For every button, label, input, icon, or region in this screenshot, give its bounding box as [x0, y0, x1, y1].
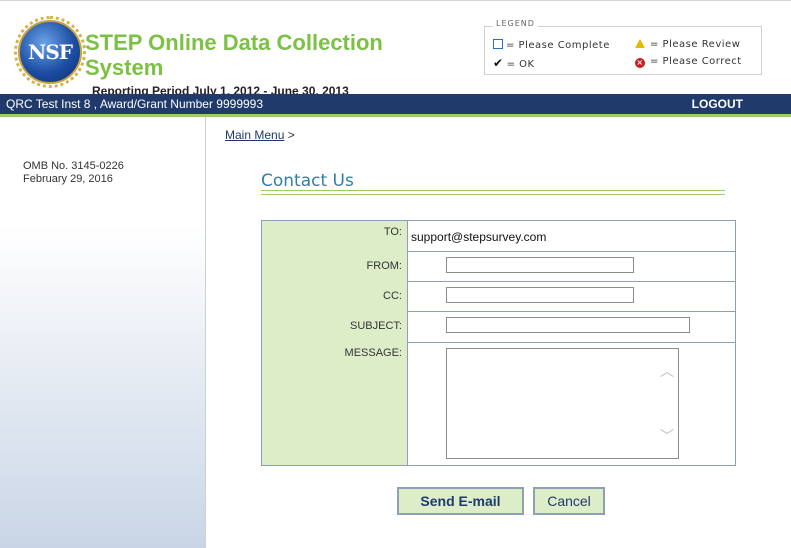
legend-review-label: = Please Review: [650, 39, 741, 50]
checkmark-icon: ✔: [493, 56, 504, 70]
legend-ok: ✔ = OK: [493, 56, 535, 70]
logout-link[interactable]: LOGOUT: [692, 97, 743, 111]
send-email-button[interactable]: Send E-mail: [397, 487, 524, 515]
subject-label: SUBJECT:: [262, 311, 408, 342]
omb-number: OMB No. 3145-0226: [23, 160, 124, 172]
from-input[interactable]: [446, 257, 634, 273]
legend-title: LEGEND: [493, 19, 538, 28]
breadcrumb: Main Menu >: [225, 128, 295, 142]
navbar: QRC Test Inst 8 , Award/Grant Number 999…: [0, 94, 791, 117]
legend-correct: × = Please Correct: [635, 56, 742, 68]
legend-review: = Please Review: [635, 39, 740, 50]
page-title: Contact Us: [261, 171, 354, 191]
error-icon: ×: [635, 58, 645, 68]
nsf-logo: NSF: [14, 16, 86, 88]
app-title: STEP Online Data Collection System: [85, 30, 383, 80]
sidebar: OMB No. 3145-0226 February 29, 2016: [0, 117, 206, 548]
scroll-down-icon[interactable]: ﹀: [660, 426, 674, 446]
award-info: QRC Test Inst 8 , Award/Grant Number 999…: [6, 97, 264, 111]
contact-form: TO: support@stepsurvey.com FROM: CC: SUB…: [261, 220, 736, 466]
message-textarea[interactable]: ︿ ﹀: [446, 348, 679, 459]
app-title-line1: STEP Online Data Collection: [85, 30, 383, 55]
from-label: FROM:: [262, 251, 408, 281]
to-label: TO:: [262, 221, 408, 251]
form-row-cc: CC:: [262, 281, 735, 312]
legend-ok-label: = OK: [506, 59, 535, 70]
cc-input[interactable]: [446, 287, 634, 303]
omb-date: February 29, 2016: [23, 173, 113, 185]
cc-label: CC:: [262, 281, 408, 311]
form-row-from: FROM:: [262, 251, 735, 282]
legend-correct-label: = Please Correct: [650, 56, 742, 67]
to-value: support@stepsurvey.com: [411, 230, 547, 244]
omb-info: OMB No. 3145-0226 February 29, 2016: [23, 160, 124, 186]
legend-complete-label: = Please Complete: [506, 40, 610, 51]
header: NSF STEP Online Data Collection System R…: [0, 6, 791, 98]
title-divider: [261, 190, 725, 195]
message-label: MESSAGE:: [262, 342, 408, 465]
legend-box: LEGEND = Please Complete ✔ = OK = Please …: [484, 19, 762, 75]
form-row-subject: SUBJECT:: [262, 311, 735, 343]
subject-input[interactable]: [446, 317, 690, 333]
form-row-message: MESSAGE: ︿ ﹀: [262, 342, 735, 465]
app-title-line2: System: [85, 55, 164, 80]
warning-icon: [635, 39, 645, 48]
breadcrumb-main-menu-link[interactable]: Main Menu: [225, 128, 284, 142]
scroll-up-icon[interactable]: ︿: [660, 361, 674, 381]
breadcrumb-separator: >: [287, 128, 295, 142]
cancel-button[interactable]: Cancel: [533, 487, 605, 515]
square-icon: [493, 39, 503, 49]
logo-text: NSF: [28, 40, 73, 64]
legend-complete: = Please Complete: [493, 39, 610, 51]
form-row-to: TO: support@stepsurvey.com: [262, 221, 735, 252]
